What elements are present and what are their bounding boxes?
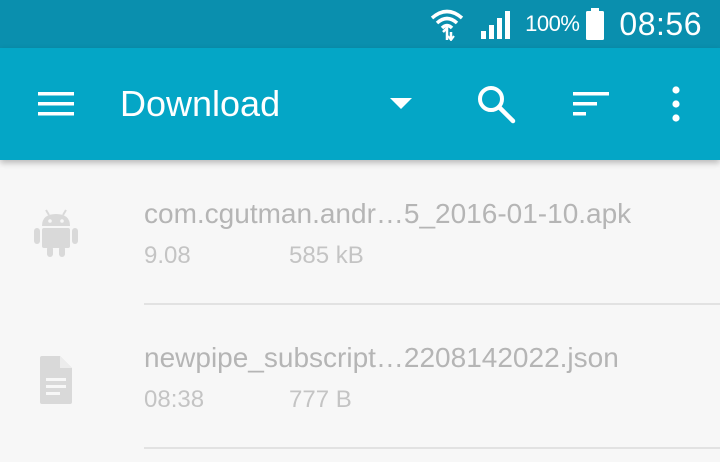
list-item[interactable]: com.cgutman.andr…5_2016-01-10.apk 9.08 5… [0, 160, 720, 305]
menu-icon[interactable] [36, 90, 76, 118]
file-date: 9.08 [144, 242, 191, 269]
battery-icon [585, 8, 605, 40]
folder-title[interactable]: Download [120, 82, 280, 126]
battery-percent: 100% [525, 11, 580, 36]
file-date: 08:38 [144, 386, 205, 413]
search-icon[interactable] [474, 82, 518, 126]
android-icon [34, 206, 78, 258]
status-bar: 100% 08:56 [0, 0, 720, 48]
file-list: com.cgutman.andr…5_2016-01-10.apk 9.08 5… [0, 160, 720, 449]
document-icon [34, 354, 78, 406]
file-size: 777 B [289, 386, 352, 413]
more-vert-icon[interactable] [662, 82, 690, 126]
sort-icon[interactable] [570, 88, 614, 122]
status-time: 08:56 [619, 5, 702, 42]
signal-icon [479, 9, 513, 39]
list-item[interactable]: newpipe_subscript…2208142022.json 08:38 … [0, 304, 720, 449]
wifi-icon [429, 7, 465, 41]
divider [144, 447, 720, 449]
file-size: 585 kB [289, 242, 364, 269]
file-name: com.cgutman.andr…5_2016-01-10.apk [144, 198, 632, 229]
dropdown-arrow-icon[interactable] [388, 94, 414, 114]
app-toolbar: Download [0, 48, 720, 160]
file-name: newpipe_subscript…2208142022.json [144, 342, 619, 373]
